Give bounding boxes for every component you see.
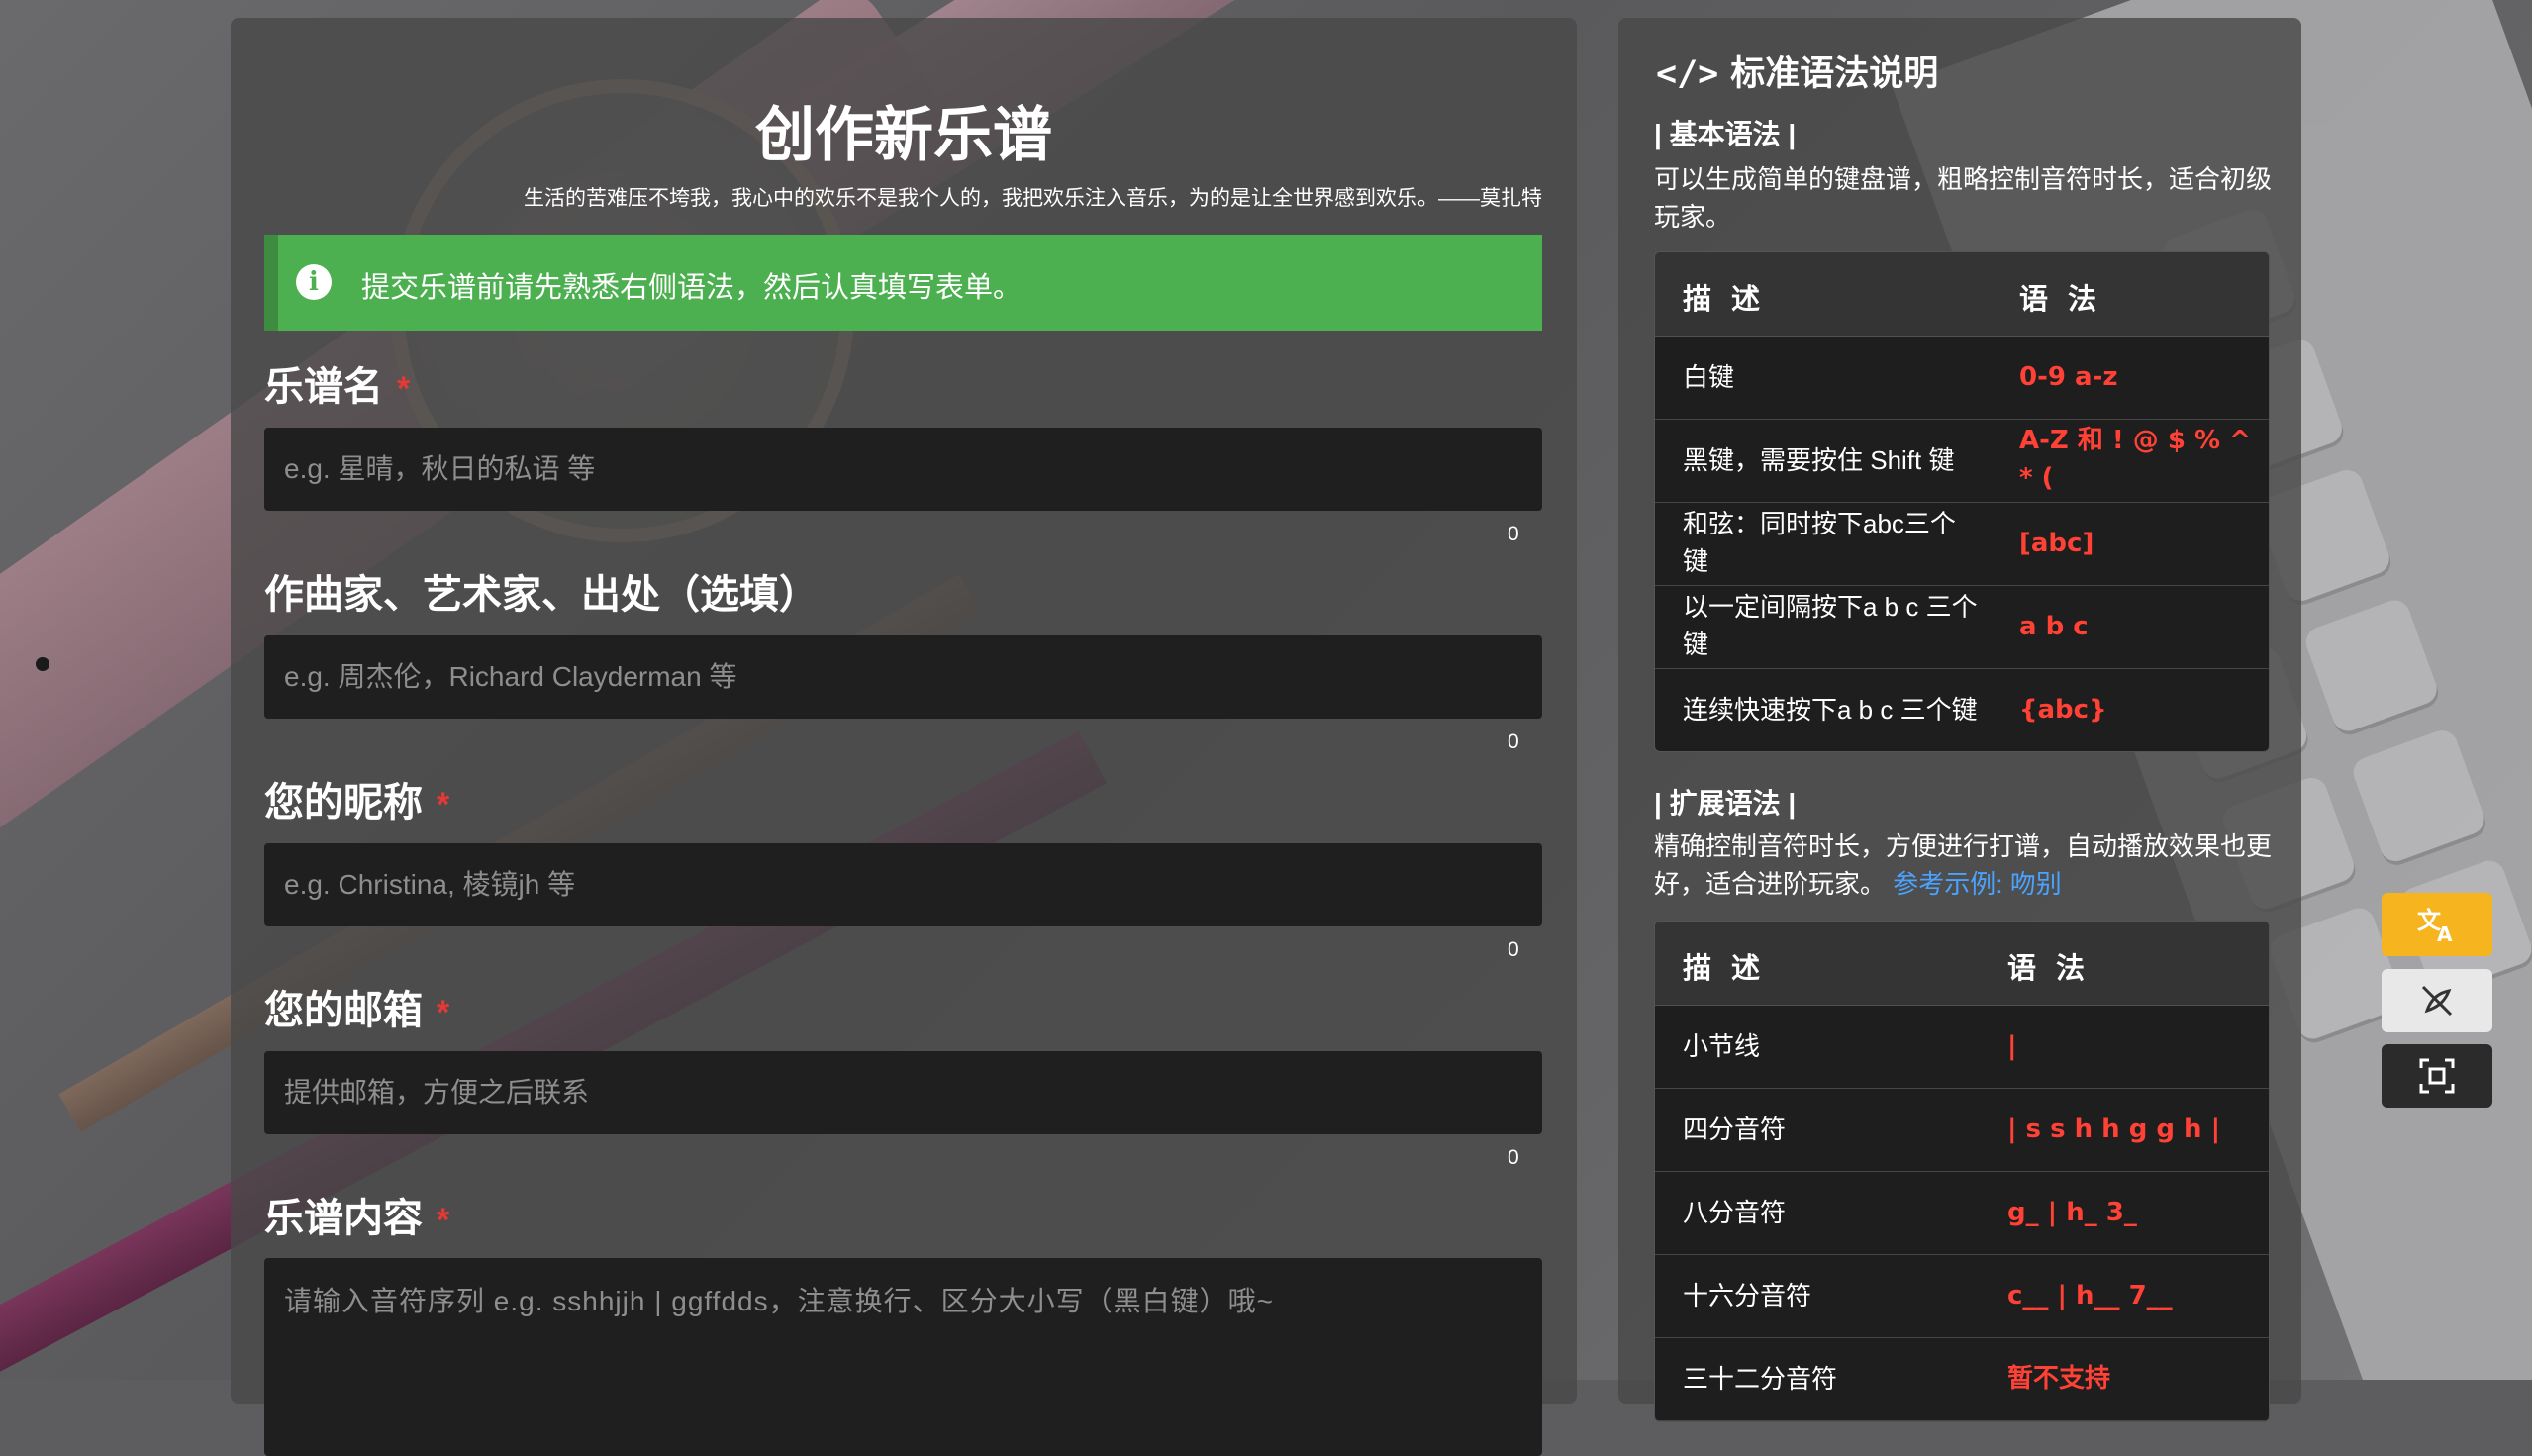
quote-text: 生活的苦难压不垮我，我心中的欢乐不是我个人的，我把欢乐注入音乐，为的是让全世界感…	[524, 187, 1542, 210]
alert-text: 提交乐谱前请先熟悉右侧语法，然后认真填写表单。	[361, 272, 1023, 304]
nickname-char-count: 0	[1508, 938, 1519, 961]
info-alert: i 提交乐谱前请先熟悉右侧语法，然后认真填写表单。	[264, 235, 1542, 331]
score-name-input[interactable]	[264, 428, 1542, 511]
composer-label: 作曲家、艺术家、出处（选填）	[264, 573, 819, 617]
nickname-label: 您的昵称 *	[264, 770, 449, 827]
required-mark: *	[437, 994, 450, 1031]
row-syntax: [abc]	[2019, 529, 2094, 558]
score-name-label: 乐谱名 *	[264, 354, 410, 412]
table-row: 十六分音符 c__ | h__ 7__	[1655, 1255, 2269, 1338]
table-row: 八分音符 g_ | h_ 3_	[1655, 1172, 2269, 1255]
email-input[interactable]	[264, 1051, 1542, 1134]
header-syntax: 语 法	[2019, 284, 2103, 316]
header-desc: 描 述	[1683, 284, 1767, 316]
score-name-label-text: 乐谱名	[264, 365, 383, 409]
score-content-textarea[interactable]	[264, 1258, 1542, 1456]
syntax-guide-panel: </> 标准语法说明 | 基本语法 | 可以生成简单的键盘谱，粗略控制音符时长，适…	[1618, 18, 2301, 1422]
row-desc: 四分音符	[1683, 1115, 1787, 1144]
email-char-count: 0	[1508, 1146, 1519, 1169]
row-desc: 和弦：同时按下abc三个键	[1683, 509, 1956, 576]
code-icon: </>	[1656, 54, 1719, 94]
score-name-char-count: 0	[1508, 523, 1519, 545]
header-syntax: 语 法	[2007, 953, 2092, 985]
svg-text:A: A	[2437, 922, 2453, 944]
background-dot	[36, 657, 49, 671]
keyboard-key	[2349, 726, 2489, 866]
row-syntax: {abc}	[2019, 695, 2107, 725]
table-header: 描 述 语 法	[1655, 922, 2269, 1006]
syntax-title: </> 标准语法说明	[1656, 46, 1938, 96]
basic-syntax-heading: | 基本语法 |	[1654, 119, 1797, 149]
composer-char-count: 0	[1508, 730, 1519, 753]
table-row: 黑键，需要按住 Shift 键 A-Z 和 ! @ $ % ^ * (	[1655, 420, 2269, 503]
required-mark: *	[437, 1202, 450, 1239]
table-header: 描 述 语 法	[1655, 252, 2269, 337]
row-desc: 小节线	[1683, 1031, 1761, 1061]
row-syntax: | s s h h g g h |	[2007, 1115, 2221, 1144]
nickname-input[interactable]	[264, 843, 1542, 926]
row-desc: 连续快速按下a b c 三个键	[1683, 695, 1978, 725]
row-desc: 八分音符	[1683, 1198, 1787, 1227]
row-syntax: |	[2007, 1031, 2017, 1061]
extended-syntax-desc: 精确控制音符时长，方便进行打谱，自动播放效果也更好，适合进阶玩家。 参考示例: …	[1654, 827, 2283, 903]
row-syntax: 暂不支持	[2007, 1364, 2111, 1394]
score-form-panel: 创作新乐谱 生活的苦难压不垮我，我心中的欢乐不是我个人的，我把欢乐注入音乐，为的…	[231, 18, 1577, 1456]
row-desc: 三十二分音符	[1683, 1364, 1838, 1394]
no-style-icon	[2421, 985, 2453, 1017]
table-row: 连续快速按下a b c 三个键 {abc}	[1655, 669, 2269, 751]
required-mark: *	[397, 370, 411, 408]
info-icon: i	[296, 264, 332, 300]
row-desc: 黑键，需要按住 Shift 键	[1683, 445, 1955, 475]
style-toggle-button[interactable]	[2382, 969, 2492, 1032]
table-row: 三十二分音符 暂不支持	[1655, 1338, 2269, 1421]
table-row: 以一定间隔按下a b c 三个键 a b c	[1655, 586, 2269, 669]
email-label-text: 您的邮箱	[264, 989, 423, 1032]
table-row: 四分音符 | s s h h g g h |	[1655, 1089, 2269, 1172]
score-content-label-text: 乐谱内容	[264, 1197, 423, 1240]
nickname-label-text: 您的昵称	[264, 781, 423, 825]
extended-syntax-heading: | 扩展语法 |	[1654, 788, 1797, 819]
basic-syntax-table: 描 述 语 法 白键 0-9 a-z 黑键，需要按住 Shift 键 A-Z 和…	[1654, 251, 2270, 752]
screenshot-icon	[2419, 1058, 2455, 1094]
row-syntax: c__ | h__ 7__	[2007, 1281, 2173, 1310]
translate-icon: 文 A	[2417, 907, 2453, 944]
page-title: 创作新乐谱	[755, 102, 1052, 168]
extended-syntax-table: 描 述 语 法 小节线 | 四分音符 | s s h h g g h | 八分音…	[1654, 921, 2270, 1422]
email-label: 您的邮箱 *	[264, 978, 449, 1035]
score-content-label: 乐谱内容 *	[264, 1186, 449, 1243]
table-row: 白键 0-9 a-z	[1655, 337, 2269, 420]
required-mark: *	[437, 786, 450, 824]
syntax-title-text: 标准语法说明	[1730, 54, 1939, 93]
row-desc: 白键	[1683, 362, 1735, 392]
table-row: 和弦：同时按下abc三个键 [abc]	[1655, 503, 2269, 586]
row-desc: 以一定间隔按下a b c 三个键	[1683, 592, 1978, 659]
row-desc: 十六分音符	[1683, 1281, 1812, 1310]
composer-input[interactable]	[264, 635, 1542, 719]
basic-syntax-desc: 可以生成简单的键盘谱，粗略控制音符时长，适合初级玩家。	[1654, 164, 2273, 232]
example-link[interactable]: 参考示例: 吻别	[1893, 869, 2061, 899]
header-desc: 描 述	[1683, 953, 1767, 985]
translate-button[interactable]: 文 A	[2382, 893, 2492, 956]
screenshot-button[interactable]	[2382, 1044, 2492, 1108]
table-row: 小节线 |	[1655, 1006, 2269, 1089]
row-syntax: g_ | h_ 3_	[2007, 1198, 2137, 1227]
keyboard-key	[2301, 596, 2442, 735]
row-syntax: a b c	[2019, 612, 2089, 641]
row-syntax: A-Z 和 ! @ $ % ^ * (	[2019, 426, 2251, 493]
row-syntax: 0-9 a-z	[2019, 362, 2118, 392]
